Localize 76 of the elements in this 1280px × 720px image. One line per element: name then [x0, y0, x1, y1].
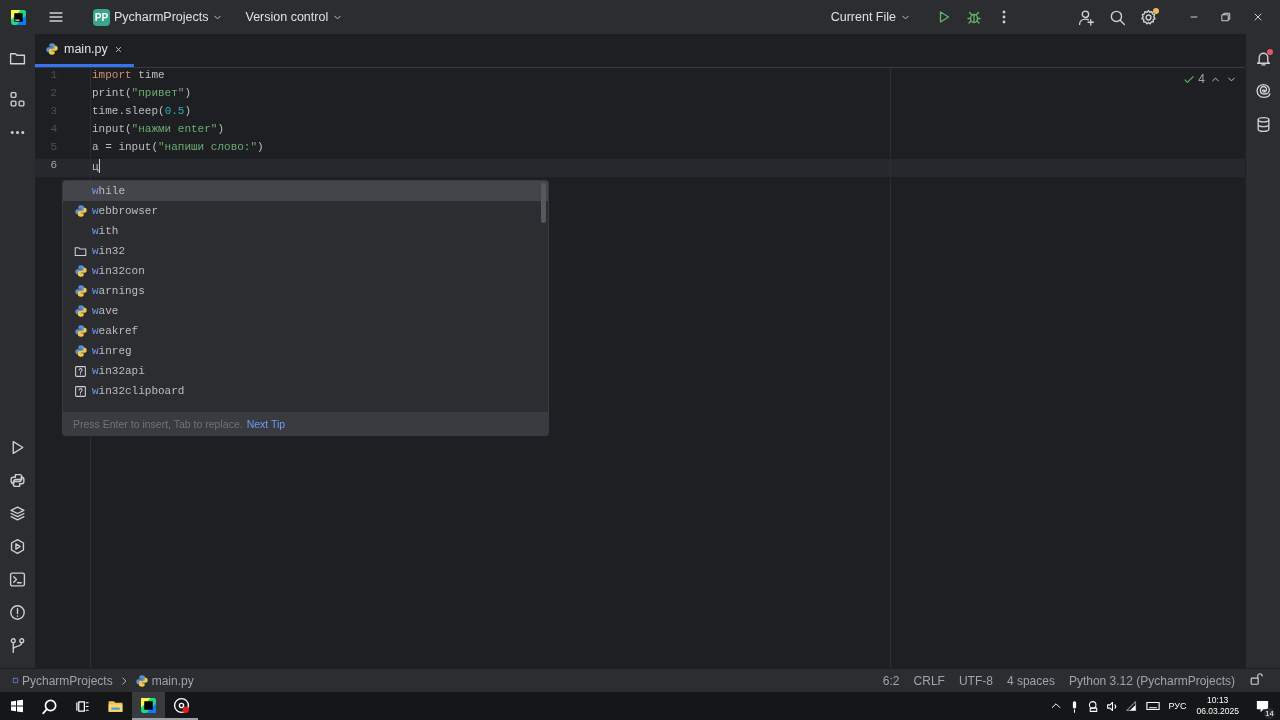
app-logo-icon[interactable] [10, 8, 27, 26]
line-number: 6 [35, 159, 90, 177]
python-file-icon [45, 42, 59, 56]
completion-item[interactable]: win32 [63, 241, 548, 261]
python-module-icon [74, 204, 88, 218]
module-icon [12, 677, 19, 684]
menu-icon [48, 9, 64, 25]
status-item[interactable]: UTF-8 [951, 673, 1000, 688]
completion-item[interactable]: weakref [63, 321, 548, 341]
python-module-icon [74, 284, 88, 298]
spiral-icon[interactable] [1254, 83, 1272, 100]
code-line: import time [91, 69, 165, 83]
python-file-icon [134, 673, 149, 688]
recorder-app-icon[interactable] [173, 696, 190, 714]
project-badge: PP [93, 8, 110, 26]
input-language[interactable]: РУС [1168, 701, 1187, 711]
update-dot [1153, 7, 1159, 14]
services-icon[interactable] [9, 538, 26, 555]
code-line: print("привет") [91, 87, 192, 101]
layers-icon[interactable] [9, 505, 26, 522]
question-icon [74, 384, 87, 398]
completion-item[interactable]: wave [63, 301, 548, 321]
database-icon[interactable] [1254, 116, 1272, 133]
vcs-menu[interactable]: Version control [241, 6, 348, 28]
completion-item[interactable]: win32api [63, 361, 548, 381]
completion-item[interactable]: win32con [63, 261, 548, 281]
task-view-icon[interactable] [75, 698, 90, 714]
completion-item[interactable]: with [63, 221, 548, 241]
keyboard-icon[interactable] [1144, 699, 1163, 713]
bell-icon[interactable] [1254, 50, 1272, 67]
code-line: time.sleep(0.5) [91, 105, 192, 119]
restore-icon [1220, 11, 1232, 23]
person-plus-icon [1078, 8, 1095, 26]
lock-icon[interactable] [1249, 672, 1263, 686]
python-module-icon [74, 304, 88, 318]
bug-icon [966, 9, 982, 25]
status-item[interactable]: Python 3.12 (PycharmProjects) [1061, 673, 1242, 688]
completion-item[interactable]: winreg [63, 341, 548, 361]
clock-date[interactable]: 06.03.2025 [1196, 706, 1239, 717]
breadcrumb-item[interactable]: PycharmProjects [12, 673, 113, 688]
search-icon[interactable] [41, 697, 58, 715]
code-line: a = input("напиши слово:") [91, 141, 264, 155]
code-line: input("нажми enter") [91, 123, 225, 137]
python-module-icon [74, 344, 88, 358]
status-item[interactable]: 6:2 [875, 673, 907, 688]
completion-item[interactable]: webbrowser [63, 201, 548, 221]
ide-app-icon[interactable] [140, 696, 157, 714]
completion-item[interactable]: warnings [63, 281, 548, 301]
project-selector[interactable]: PP PycharmProjects [89, 4, 228, 30]
git-icon[interactable] [9, 637, 26, 654]
clock-time[interactable]: 10:13 [1207, 695, 1229, 706]
completion-item[interactable]: win32clipboard [63, 381, 548, 401]
python-module-icon [74, 324, 88, 338]
next-tip-link[interactable]: Next Tip [246, 417, 286, 430]
inspection-widget[interactable]: 4 [1183, 72, 1205, 86]
question-icon [74, 364, 87, 378]
problems-icon[interactable] [9, 604, 26, 621]
folder-icon[interactable] [9, 50, 26, 67]
python-console-icon[interactable] [9, 472, 26, 489]
search-icon [1109, 8, 1126, 26]
structure-icon[interactable] [9, 91, 26, 108]
completion-item[interactable]: while [63, 181, 548, 201]
close-icon [1252, 11, 1264, 23]
run-config-selector[interactable]: Current File [826, 6, 915, 28]
windows-start-icon[interactable] [8, 698, 25, 714]
status-item[interactable]: CRLF [906, 673, 952, 688]
wifi-icon[interactable] [1125, 699, 1139, 713]
notification-dot [1266, 49, 1273, 55]
scrollbar-thumb[interactable] [541, 183, 546, 223]
terminal-icon[interactable] [9, 571, 26, 588]
python-module-icon [74, 264, 88, 278]
folder-icon [74, 244, 87, 258]
gear-icon [1140, 8, 1157, 26]
editor-tab[interactable]: main.py [35, 34, 134, 67]
status-item[interactable]: 4 spaces [999, 673, 1062, 688]
breadcrumb-item[interactable]: main.py [134, 673, 194, 688]
